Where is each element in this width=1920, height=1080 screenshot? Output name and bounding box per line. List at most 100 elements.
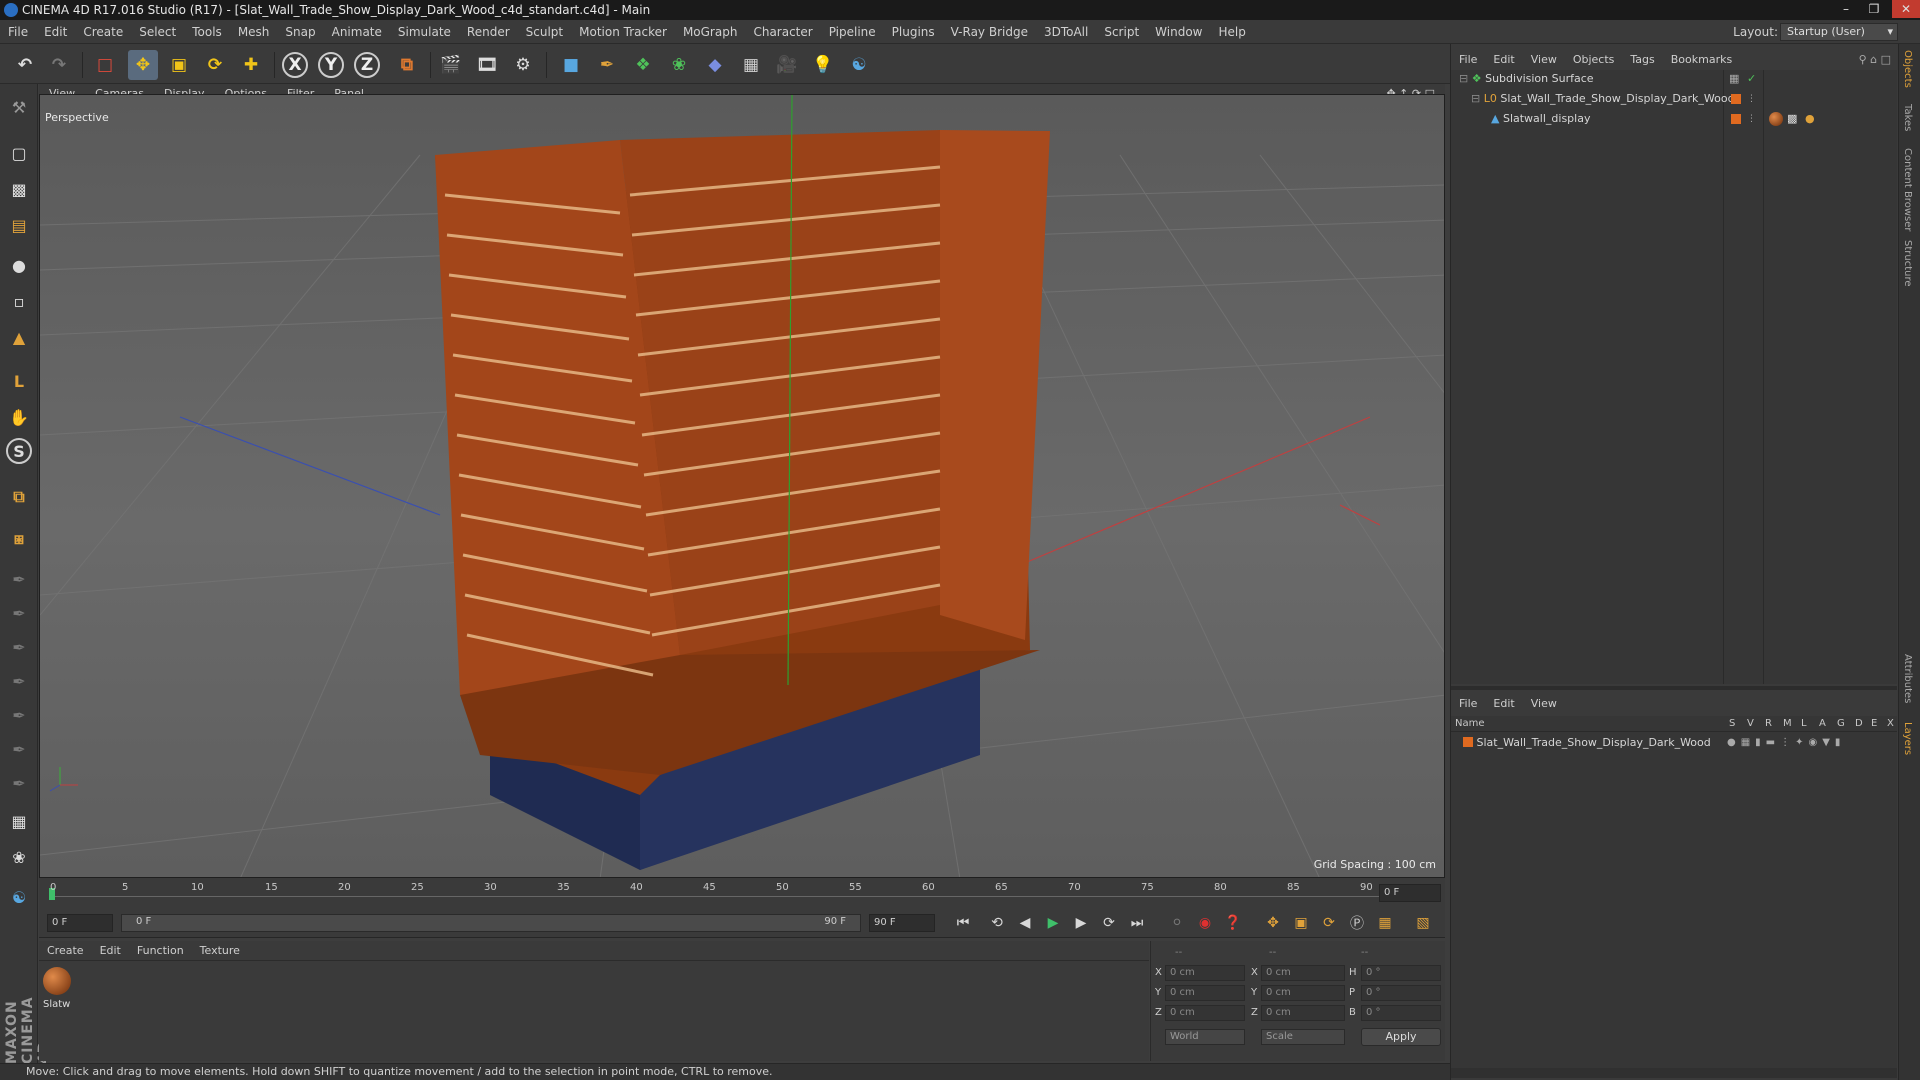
- deformer-icon[interactable]: ◆: [700, 50, 730, 80]
- timeline-ruler[interactable]: 0 5 10 15 20 25 30 35 40 45 50 55 60 65 …: [39, 878, 1445, 908]
- axis-mode-icon[interactable]: L: [4, 366, 34, 396]
- subdivision-icon[interactable]: ❖: [628, 50, 658, 80]
- tab-objects[interactable]: Objects: [1902, 50, 1913, 88]
- brush-2-icon[interactable]: ✒: [4, 598, 34, 628]
- apply-button[interactable]: Apply: [1361, 1028, 1441, 1046]
- tab-attributes[interactable]: Attributes: [1902, 654, 1913, 703]
- play-icon[interactable]: ▶: [1041, 911, 1065, 935]
- record-off-icon[interactable]: ⚪: [1165, 911, 1189, 935]
- light-icon[interactable]: 💡: [808, 50, 838, 80]
- visibility-dots-2[interactable]: ⋮: [1747, 110, 1756, 128]
- objects-menu-view[interactable]: View: [1523, 53, 1565, 66]
- python-left-icon[interactable]: ☯: [4, 882, 34, 912]
- floor-icon[interactable]: ▦: [736, 50, 766, 80]
- transform-icon[interactable]: ✚: [236, 50, 266, 80]
- tab-takes[interactable]: Takes: [1902, 104, 1913, 131]
- size-x-field[interactable]: 0 cm: [1261, 965, 1345, 981]
- coord-mode-select[interactable]: Scale: [1261, 1029, 1345, 1045]
- make-editable-icon[interactable]: ⚒: [4, 92, 34, 122]
- rotate-icon[interactable]: ⟳: [200, 50, 230, 80]
- render-picture-viewer-icon[interactable]: 🎞: [472, 50, 502, 80]
- range-slider[interactable]: 0 F 90 F: [121, 914, 861, 932]
- pen-spline-icon[interactable]: ✒: [592, 50, 622, 80]
- layout-select[interactable]: Startup (User) ▾: [1780, 23, 1898, 41]
- menu-edit[interactable]: Edit: [36, 25, 75, 39]
- menu-animate[interactable]: Animate: [324, 25, 390, 39]
- layers-menu-file[interactable]: File: [1451, 697, 1485, 710]
- quantize-icon[interactable]: ⧆: [4, 524, 34, 554]
- edges-mode-icon[interactable]: ▫: [4, 286, 34, 316]
- object-row-subdivision[interactable]: ⊟ ❖ Subdivision Surface ▦ ✓: [1451, 70, 1839, 88]
- go-to-end-icon[interactable]: ⏭: [1125, 911, 1149, 935]
- layers-menu-edit[interactable]: Edit: [1485, 697, 1522, 710]
- menu-select[interactable]: Select: [131, 25, 184, 39]
- objects-menu-tags[interactable]: Tags: [1622, 53, 1662, 66]
- points-mode-icon[interactable]: ●: [4, 250, 34, 280]
- layer-color-swatch-2[interactable]: [1731, 114, 1741, 124]
- coordinate-system-icon[interactable]: ⧉: [392, 50, 422, 80]
- y-axis-icon[interactable]: Y: [318, 52, 344, 78]
- python-icon[interactable]: ☯: [844, 50, 874, 80]
- menu-mograph[interactable]: MoGraph: [675, 25, 746, 39]
- model-mode-icon[interactable]: ▢: [4, 138, 34, 168]
- start-frame-field[interactable]: 0 F: [47, 914, 113, 932]
- next-frame-icon[interactable]: ▶: [1069, 911, 1093, 935]
- render-settings-icon[interactable]: ⚙: [508, 50, 538, 80]
- material-menu-edit[interactable]: Edit: [92, 944, 129, 957]
- objects-menu-objects[interactable]: Objects: [1565, 53, 1623, 66]
- menu-plugins[interactable]: Plugins: [884, 25, 943, 39]
- menu-create[interactable]: Create: [75, 25, 131, 39]
- position-x-field[interactable]: 0 cm: [1165, 965, 1245, 981]
- position-y-field[interactable]: 0 cm: [1165, 985, 1245, 1001]
- size-z-field[interactable]: 0 cm: [1261, 1005, 1345, 1021]
- texture-mode-icon[interactable]: ▩: [4, 174, 34, 204]
- key-param-icon[interactable]: Ⓟ: [1345, 911, 1369, 935]
- record-icon[interactable]: ◉: [1193, 911, 1217, 935]
- autokey-icon[interactable]: ❓: [1221, 911, 1245, 935]
- tab-layers[interactable]: Layers: [1902, 722, 1913, 755]
- menu-window[interactable]: Window: [1147, 25, 1210, 39]
- grid-lock-icon[interactable]: ▦: [4, 806, 34, 836]
- position-z-field[interactable]: 0 cm: [1165, 1005, 1245, 1021]
- material-swatch[interactable]: [43, 967, 71, 995]
- minimize-icon[interactable]: –: [1832, 0, 1860, 18]
- layer-row[interactable]: Slat_Wall_Trade_Show_Display_Dark_Wood ●…: [1451, 734, 1897, 752]
- end-frame-field[interactable]: 90 F: [869, 914, 935, 932]
- key-move-icon[interactable]: ✥: [1261, 911, 1285, 935]
- menu-snap[interactable]: Snap: [277, 25, 323, 39]
- material-tag-icon[interactable]: [1769, 112, 1783, 126]
- cloner-icon[interactable]: ❀: [664, 50, 694, 80]
- magnet-icon[interactable]: ⧉: [4, 482, 34, 512]
- menu-mesh[interactable]: Mesh: [230, 25, 278, 39]
- redo-icon[interactable]: ↷: [44, 50, 74, 80]
- previous-frame-icon[interactable]: ◀: [1013, 911, 1037, 935]
- material-menu-function[interactable]: Function: [129, 944, 192, 957]
- tab-content-browser[interactable]: Content Browser: [1902, 148, 1913, 231]
- material-menu-texture[interactable]: Texture: [192, 944, 248, 957]
- tweak-icon[interactable]: ✋: [4, 402, 34, 432]
- go-to-start-icon[interactable]: ⏮: [951, 911, 975, 935]
- viewport-3d[interactable]: Perspective Grid Spacing : 100 cm: [39, 94, 1445, 878]
- layers-menu-view[interactable]: View: [1523, 697, 1565, 710]
- menu-script[interactable]: Script: [1096, 25, 1147, 39]
- snap-icon[interactable]: S: [6, 438, 32, 464]
- close-icon[interactable]: ✕: [1892, 0, 1920, 18]
- menu-character[interactable]: Character: [745, 25, 820, 39]
- layer-color-swatch[interactable]: [1731, 94, 1741, 104]
- key-scale-icon[interactable]: ▣: [1289, 911, 1313, 935]
- maximize-icon[interactable]: ❐: [1860, 0, 1888, 18]
- brush-1-icon[interactable]: ✒: [4, 564, 34, 594]
- current-frame-field[interactable]: 0 F: [1379, 884, 1441, 902]
- object-row-slat-wall[interactable]: ⊟ L0 Slat_Wall_Trade_Show_Display_Dark_W…: [1451, 90, 1839, 108]
- editor-toggle[interactable]: ▦: [1729, 70, 1739, 88]
- material-name[interactable]: Slatw: [43, 999, 70, 1010]
- coord-system-select[interactable]: World: [1165, 1029, 1245, 1045]
- brush-4-icon[interactable]: ✒: [4, 666, 34, 696]
- timeline-window-icon[interactable]: ▧: [1411, 911, 1435, 935]
- menu-render[interactable]: Render: [459, 25, 518, 39]
- search-icon[interactable]: ⚲ ⌂ □: [1859, 53, 1891, 66]
- brush-6-icon[interactable]: ✒: [4, 734, 34, 764]
- next-key-icon[interactable]: ⟳: [1097, 911, 1121, 935]
- undo-icon[interactable]: ↶: [10, 50, 40, 80]
- brush-5-icon[interactable]: ✒: [4, 700, 34, 730]
